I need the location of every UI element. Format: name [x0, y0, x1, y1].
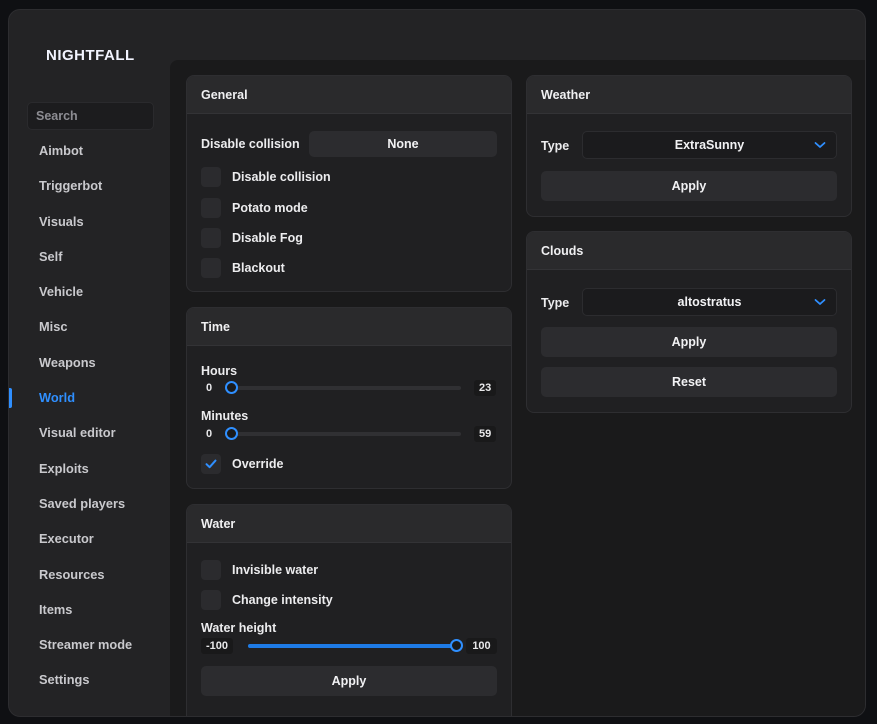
- minutes-max: 59: [474, 426, 497, 442]
- potato-mode-label: Potato mode: [232, 201, 308, 215]
- water-panel-title: Water: [187, 505, 511, 543]
- disable-collision-checkbox[interactable]: [201, 167, 221, 187]
- sidebar-item-items[interactable]: Items: [9, 592, 169, 627]
- weather-panel-title: Weather: [527, 76, 851, 114]
- clouds-type-label: Type: [541, 296, 570, 310]
- sidebar-item-saved-players[interactable]: Saved players: [9, 486, 169, 521]
- app-title: NIGHTFALL: [46, 47, 135, 64]
- general-panel-title: General: [187, 76, 511, 114]
- water-panel: Water Invisible water Change intensity W…: [186, 504, 512, 716]
- potato-mode-checkbox-row[interactable]: Potato mode: [201, 198, 308, 218]
- hours-min: 0: [205, 382, 213, 394]
- disable-fog-label: Disable Fog: [232, 231, 303, 245]
- water-height-label: Water height: [201, 621, 277, 635]
- disable-collision-checkbox-label: Disable collision: [232, 170, 331, 184]
- sidebar-item-triggerbot[interactable]: Triggerbot: [9, 168, 169, 203]
- water-height-slider-handle[interactable]: [450, 639, 463, 652]
- disable-collision-checkbox-row[interactable]: Disable collision: [201, 167, 331, 187]
- override-label: Override: [232, 457, 284, 471]
- minutes-label: Minutes: [201, 409, 249, 423]
- sidebar-item-streamer-mode[interactable]: Streamer mode: [9, 627, 169, 662]
- sidebar-item-aimbot[interactable]: Aimbot: [9, 133, 169, 168]
- minutes-slider-handle[interactable]: [225, 427, 238, 440]
- sidebar-item-executor[interactable]: Executor: [9, 521, 169, 556]
- hours-max: 23: [474, 380, 497, 396]
- sidebar-item-misc[interactable]: Misc: [9, 309, 169, 344]
- chevron-down-icon: [814, 299, 826, 305]
- sidebar-item-settings[interactable]: Settings: [9, 662, 169, 697]
- water-height-slider[interactable]: [248, 639, 463, 652]
- water-height-min: -100: [201, 638, 234, 654]
- sidebar-item-visual-editor[interactable]: Visual editor: [9, 415, 169, 450]
- disable-fog-checkbox[interactable]: [201, 228, 221, 248]
- weather-apply-button[interactable]: Apply: [541, 171, 837, 201]
- disable-collision-dropdown[interactable]: None: [309, 131, 497, 157]
- minutes-min: 0: [205, 428, 213, 440]
- water-height-max: 100: [466, 638, 497, 654]
- hours-label: Hours: [201, 364, 238, 378]
- clouds-panel-title: Clouds: [527, 232, 851, 270]
- hours-slider-handle[interactable]: [225, 381, 238, 394]
- clouds-apply-button[interactable]: Apply: [541, 327, 837, 357]
- sidebar-item-exploits[interactable]: Exploits: [9, 451, 169, 486]
- weather-panel: Weather Type ExtraSunny Apply: [526, 75, 852, 217]
- blackout-label: Blackout: [232, 261, 285, 275]
- override-checkbox-row[interactable]: Override: [201, 454, 283, 474]
- weather-type-dropdown[interactable]: ExtraSunny: [582, 131, 837, 159]
- change-intensity-label: Change intensity: [232, 593, 333, 607]
- blackout-checkbox[interactable]: [201, 258, 221, 278]
- app-window: NIGHTFALL Aimbot Triggerbot Visuals Self…: [8, 9, 866, 717]
- override-checkbox[interactable]: [201, 454, 221, 474]
- change-intensity-checkbox-row[interactable]: Change intensity: [201, 590, 333, 610]
- clouds-type-value: altostratus: [677, 295, 742, 309]
- sidebar-item-self[interactable]: Self: [9, 239, 169, 274]
- blackout-checkbox-row[interactable]: Blackout: [201, 258, 285, 278]
- invisible-water-label: Invisible water: [232, 563, 319, 577]
- water-height-slider-fill: [248, 644, 456, 648]
- change-intensity-checkbox[interactable]: [201, 590, 221, 610]
- sidebar-item-weapons[interactable]: Weapons: [9, 345, 169, 380]
- minutes-slider[interactable]: [225, 427, 461, 440]
- sidebar-item-resources[interactable]: Resources: [9, 557, 169, 592]
- chevron-down-icon: [814, 142, 826, 148]
- hours-slider[interactable]: [225, 381, 461, 394]
- invisible-water-checkbox-row[interactable]: Invisible water: [201, 560, 318, 580]
- potato-mode-checkbox[interactable]: [201, 198, 221, 218]
- search-input[interactable]: [27, 102, 154, 130]
- sidebar-item-vehicle[interactable]: Vehicle: [9, 274, 169, 309]
- sidebar-item-visuals[interactable]: Visuals: [9, 204, 169, 239]
- water-apply-button[interactable]: Apply: [201, 666, 497, 696]
- sidebar-nav: Aimbot Triggerbot Visuals Self Vehicle M…: [9, 133, 169, 698]
- main-content: General Disable collision None Disable c…: [170, 60, 865, 716]
- general-panel: General Disable collision None Disable c…: [186, 75, 512, 292]
- clouds-type-dropdown[interactable]: altostratus: [582, 288, 837, 316]
- sidebar-item-world[interactable]: World: [9, 380, 169, 415]
- clouds-panel: Clouds Type altostratus Apply Reset: [526, 231, 852, 413]
- time-panel-title: Time: [187, 308, 511, 346]
- disable-collision-label: Disable collision: [201, 137, 300, 151]
- checkmark-icon: [205, 459, 217, 469]
- invisible-water-checkbox[interactable]: [201, 560, 221, 580]
- time-panel: Time Hours 0 23 Minutes 0 59 Override: [186, 307, 512, 489]
- disable-fog-checkbox-row[interactable]: Disable Fog: [201, 228, 303, 248]
- weather-type-value: ExtraSunny: [674, 138, 745, 152]
- clouds-reset-button[interactable]: Reset: [541, 367, 837, 397]
- weather-type-label: Type: [541, 139, 570, 153]
